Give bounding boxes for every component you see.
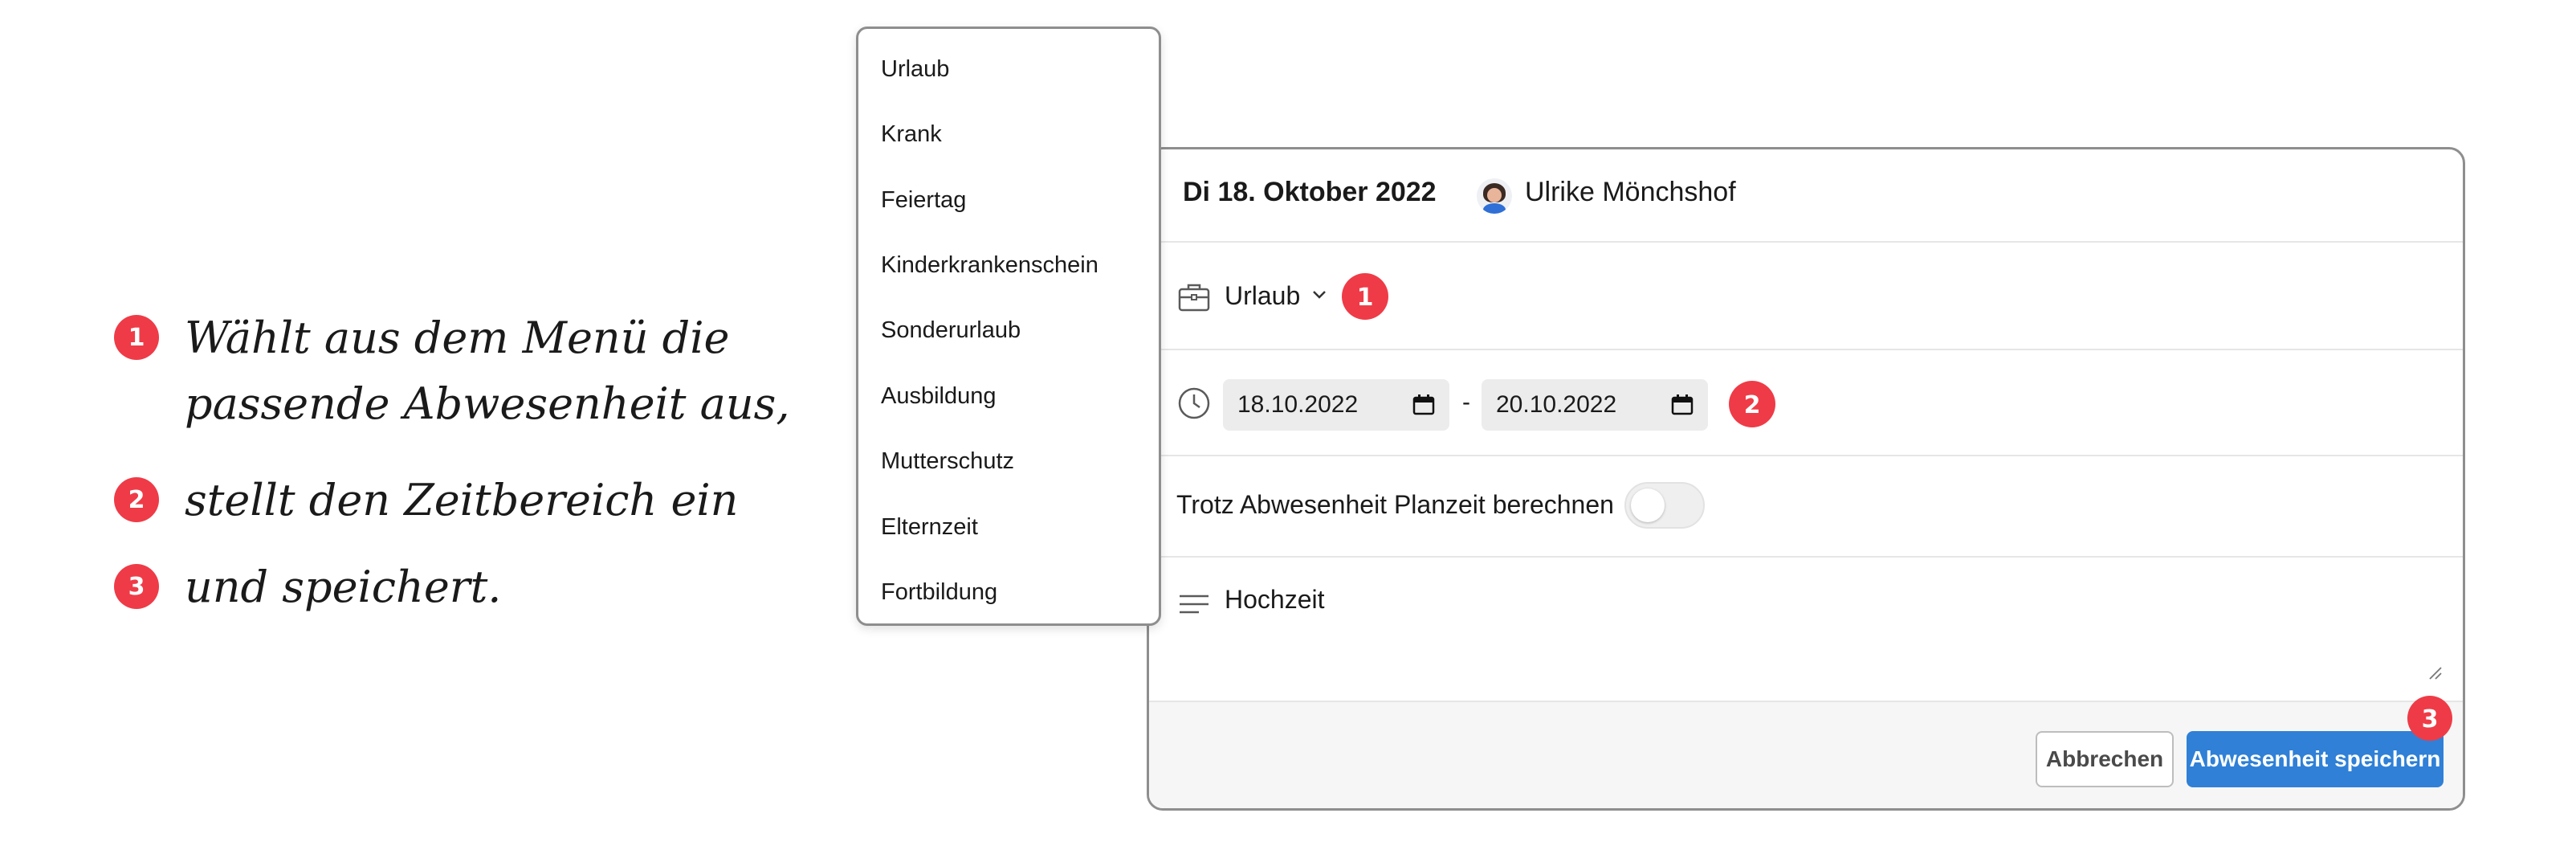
step-number-badge: 1 [114,315,159,360]
user-name: Ulrike Mönchshof [1525,177,1736,207]
start-date-input[interactable]: 18.10.2022 [1223,379,1449,431]
instruction-step-2: 2 stellt den Zeitbereich ein [114,468,795,533]
step-3-badge: 3 [2407,696,2452,741]
menu-item-urlaub[interactable]: Urlaub [881,56,949,83]
date-separator: - [1462,389,1470,415]
note-row: Hochzeit [1149,558,2463,702]
svg-text:2: 2 [1744,391,1761,419]
menu-item-elternzeit[interactable]: Elternzeit [881,514,978,541]
chevron-down-icon[interactable] [1310,284,1329,304]
menu-item-mutterschutz[interactable]: Mutterschutz [881,448,1014,475]
absence-type-select[interactable]: Urlaub [1225,281,1300,311]
text-lines-icon [1180,595,1209,614]
calendar-icon[interactable] [1412,394,1435,415]
planzeit-label: Trotz Abwesenheit Planzeit berechnen [1176,490,1614,519]
step-number-badge: 3 [114,564,159,609]
start-date-value: 18.10.2022 [1237,391,1359,418]
dialog-header: Di 18. Oktober 2022 Ulrike Mönchshof [1149,149,2463,243]
step-number-badge: 2 [114,477,159,522]
svg-text:1: 1 [1357,284,1374,312]
note-textarea[interactable]: Hochzeit [1225,585,1325,615]
absence-type-row: Urlaub 1 [1149,243,2463,350]
toggle-knob [1631,488,1665,522]
clock-icon [1178,387,1210,419]
menu-item-sonderurlaub[interactable]: Sonderurlaub [881,317,1021,344]
menu-item-kinderkrankenschein[interactable]: Kinderkrankenschein [881,252,1098,279]
date-range-row: 18.10.2022 - 20.10.2022 2 [1149,350,2463,456]
step-2-badge: 2 [1729,381,1775,427]
resize-handle-icon[interactable] [2427,665,2442,680]
end-date-value: 20.10.2022 [1496,391,1617,418]
planzeit-toggle[interactable] [1624,482,1705,529]
instruction-text: und speichert. [185,562,502,612]
menu-item-feiertag[interactable]: Feiertag [881,187,966,214]
save-button[interactable]: Abwesenheit speichern [2187,731,2444,787]
instruction-text: stellt den Zeitbereich ein [185,475,739,525]
planzeit-row: Trotz Abwesenheit Planzeit berechnen [1149,456,2463,558]
briefcase-icon [1178,284,1210,312]
instruction-text: Wählt aus dem Menü die passende Abwesenh… [185,313,790,429]
cancel-button[interactable]: Abbrechen [2036,731,2174,787]
menu-item-ausbildung[interactable]: Ausbildung [881,383,997,410]
menu-item-krank[interactable]: Krank [881,121,942,148]
avatar [1477,178,1512,214]
menu-item-fortbildung[interactable]: Fortbildung [881,579,997,606]
dialog-footer: Abbrechen Abwesenheit speichern [1149,702,2463,808]
date-title: Di 18. Oktober 2022 [1183,177,1437,207]
absence-type-menu: Urlaub Krank Feiertag Kinderkrankenschei… [856,27,1161,626]
instruction-step-3: 3 und speichert. [114,554,795,620]
end-date-input[interactable]: 20.10.2022 [1482,379,1708,431]
calendar-icon[interactable] [1671,394,1694,415]
instruction-step-1: 1 Wählt aus dem Menü die passende Abwese… [114,305,795,437]
step-1-badge: 1 [1342,273,1388,320]
absence-dialog: Di 18. Oktober 2022 Ulrike Mönchshof Url… [1147,147,2465,811]
svg-text:3: 3 [2422,705,2439,734]
